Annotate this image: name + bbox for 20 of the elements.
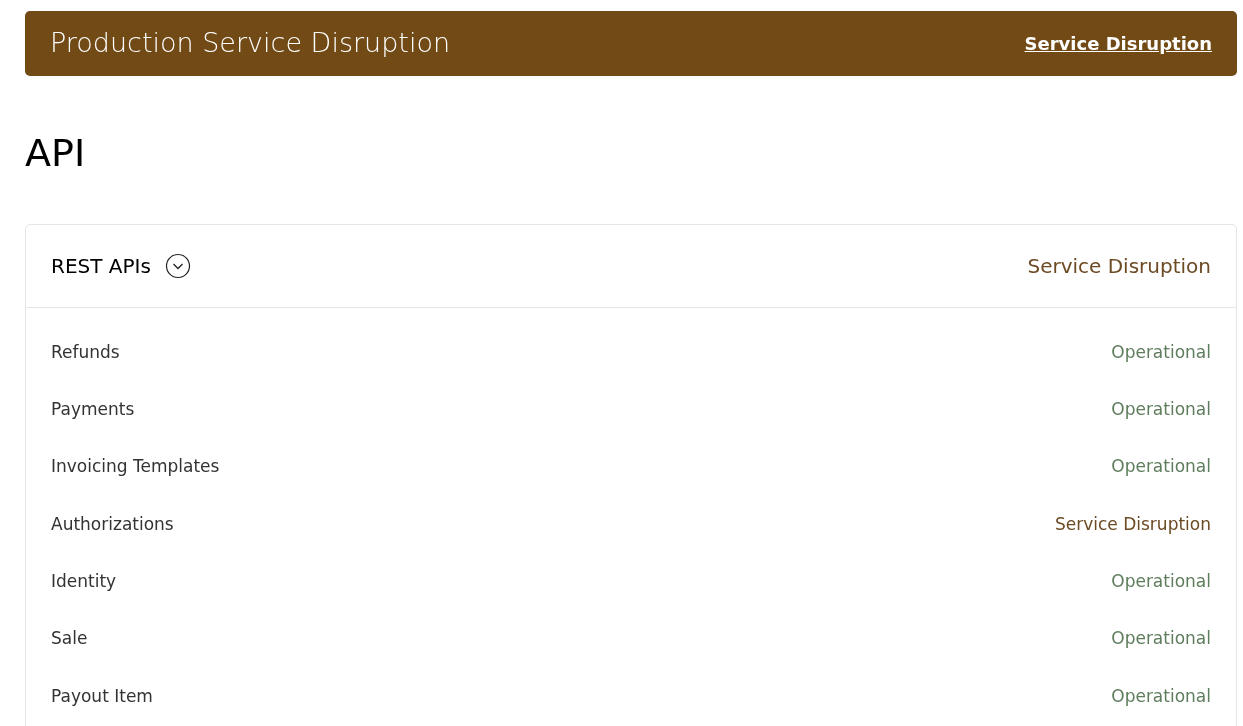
component-status: Operational <box>1111 570 1211 594</box>
component-status: Operational <box>1111 340 1211 364</box>
component-status: Operational <box>1111 627 1211 651</box>
banner-title: Production Service Disruption <box>50 26 451 61</box>
status-link[interactable]: Service Disruption <box>1024 30 1212 57</box>
component-name: Identity <box>51 570 117 594</box>
component-status: Operational <box>1111 684 1211 708</box>
component-name: Authorizations <box>51 512 174 536</box>
component-name: Refunds <box>51 340 120 364</box>
component-name: Sale <box>51 627 88 651</box>
group-status: Service Disruption <box>1027 253 1211 280</box>
component-status: Operational <box>1111 398 1211 422</box>
component-name: Invoicing Templates <box>51 455 220 479</box>
component-status: Service Disruption <box>1054 512 1211 536</box>
component-name: Payout Item <box>51 684 153 708</box>
expand-toggle-icon[interactable] <box>164 253 191 279</box>
component-status: Operational <box>1111 455 1211 479</box>
component-name: Payments <box>51 398 135 422</box>
group-name: REST APIs <box>51 253 151 280</box>
section-heading: API <box>25 130 87 176</box>
